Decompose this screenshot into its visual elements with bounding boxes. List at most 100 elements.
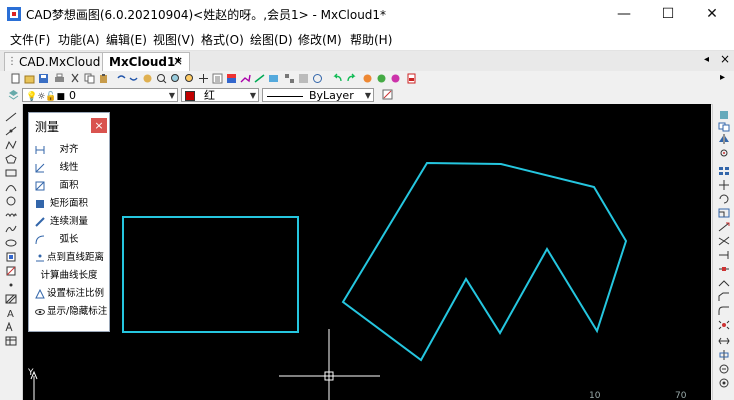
copy-icon[interactable] bbox=[84, 73, 95, 84]
text-icon[interactable]: A bbox=[5, 308, 17, 318]
line-icon[interactable] bbox=[5, 112, 17, 122]
pdf-icon[interactable] bbox=[406, 73, 417, 84]
regen-icon[interactable] bbox=[312, 73, 323, 84]
polyline-icon[interactable] bbox=[5, 140, 17, 150]
open-file-icon[interactable] bbox=[24, 73, 35, 84]
hatch-icon[interactable] bbox=[5, 294, 17, 304]
menu-draw[interactable]: 绘图(D) bbox=[250, 31, 293, 48]
tab-cad-mxcloud[interactable]: ⋮ CAD.MxCloud bbox=[4, 52, 108, 71]
layer-icon[interactable] bbox=[240, 73, 251, 84]
measure-arc-length-item[interactable]: 弧长 bbox=[31, 231, 107, 249]
rotate-icon[interactable] bbox=[718, 194, 730, 204]
offset-icon[interactable] bbox=[718, 148, 730, 158]
join-icon[interactable] bbox=[718, 278, 730, 288]
measure-linear-item[interactable]: 线性 bbox=[31, 159, 107, 177]
drawing-canvas[interactable]: Y 10 70 bbox=[23, 104, 711, 400]
match-prop-icon[interactable] bbox=[718, 378, 730, 388]
scale-icon[interactable] bbox=[718, 208, 730, 218]
mirror-icon[interactable] bbox=[718, 134, 730, 144]
zoom-window-icon[interactable] bbox=[170, 73, 181, 84]
measure-rect-area-item[interactable]: 矩形面积 bbox=[31, 195, 107, 213]
pedit-icon[interactable] bbox=[718, 364, 730, 374]
redo-icon[interactable] bbox=[128, 73, 139, 84]
tab-mxcloud1[interactable]: MxCloud1* × bbox=[102, 52, 190, 71]
image-icon[interactable] bbox=[376, 73, 387, 84]
measure-toggle-dims-item[interactable]: 显示/隐藏标注 bbox=[31, 303, 107, 321]
extend-icon[interactable] bbox=[718, 250, 730, 260]
print-icon[interactable] bbox=[54, 73, 65, 84]
menu-modify[interactable]: 修改(M) bbox=[298, 31, 342, 48]
menu-function[interactable]: 功能(A) bbox=[58, 31, 100, 48]
move-object-icon[interactable] bbox=[718, 180, 730, 190]
measure-align-item[interactable]: 对齐 bbox=[31, 141, 107, 159]
menu-format[interactable]: 格式(O) bbox=[201, 31, 244, 48]
menu-edit[interactable]: 编辑(E) bbox=[106, 31, 147, 48]
paste-icon[interactable] bbox=[98, 73, 109, 84]
attach-icon[interactable] bbox=[390, 73, 401, 84]
polygon-shape[interactable] bbox=[341, 161, 628, 362]
undo-icon[interactable] bbox=[116, 73, 127, 84]
maximize-button[interactable]: ☐ bbox=[646, 0, 690, 28]
pan-icon[interactable] bbox=[142, 73, 153, 84]
measure-curve-length-item[interactable]: 计算曲线长度 bbox=[31, 267, 107, 285]
tab-bar-close-icon[interactable]: × bbox=[720, 52, 730, 66]
polygon-icon[interactable] bbox=[5, 154, 17, 164]
properties-icon[interactable] bbox=[212, 73, 223, 84]
layer-select[interactable]: 💡☼🔓■ 0 ▼ bbox=[22, 88, 178, 102]
make-block-icon[interactable] bbox=[5, 266, 17, 276]
circle-icon[interactable] bbox=[5, 196, 17, 206]
measure-area-item[interactable]: 面积 bbox=[31, 177, 107, 195]
text-style-icon[interactable] bbox=[268, 73, 279, 84]
table-icon[interactable] bbox=[5, 336, 17, 346]
move-icon[interactable] bbox=[198, 73, 209, 84]
ellipse-icon[interactable] bbox=[5, 238, 17, 248]
spline-icon[interactable] bbox=[5, 224, 17, 234]
revcloud-icon[interactable] bbox=[5, 210, 17, 220]
stretch-icon[interactable] bbox=[718, 222, 730, 232]
lengthen-icon[interactable] bbox=[718, 336, 730, 346]
explode-icon[interactable] bbox=[718, 320, 730, 330]
point-icon[interactable] bbox=[5, 280, 17, 290]
construction-line-icon[interactable] bbox=[5, 126, 17, 136]
menu-file[interactable]: 文件(F) bbox=[10, 31, 50, 48]
copy-object-icon[interactable] bbox=[718, 122, 730, 132]
zoom-extents-icon[interactable] bbox=[184, 73, 195, 84]
color-select[interactable]: 红 ▼ bbox=[181, 88, 259, 102]
mtext-icon[interactable] bbox=[5, 322, 17, 332]
tab-close-icon[interactable]: × bbox=[173, 52, 183, 70]
erase-icon[interactable] bbox=[718, 110, 730, 120]
save-icon[interactable] bbox=[38, 73, 49, 84]
break-icon[interactable] bbox=[718, 264, 730, 274]
measure-set-scale-item[interactable]: 设置标注比例 bbox=[31, 285, 107, 303]
layer-manager-icon[interactable] bbox=[8, 89, 19, 100]
undo-arrow-icon[interactable] bbox=[332, 73, 343, 84]
new-file-icon[interactable] bbox=[10, 73, 21, 84]
measure-point-line-item[interactable]: 点到直线距离 bbox=[31, 249, 107, 267]
cut-icon[interactable] bbox=[70, 73, 81, 84]
chamfer-icon[interactable] bbox=[718, 292, 730, 302]
rectangle-icon[interactable] bbox=[5, 168, 17, 178]
measure-continuous-item[interactable]: 连续测量 bbox=[31, 213, 107, 231]
minimize-button[interactable]: — bbox=[602, 0, 646, 28]
copy-prop-icon[interactable] bbox=[284, 73, 295, 84]
linetype-select[interactable]: ByLayer ▼ bbox=[262, 88, 374, 102]
block-icon[interactable] bbox=[362, 73, 373, 84]
rectangle-shape[interactable] bbox=[122, 216, 299, 333]
menu-view[interactable]: 视图(V) bbox=[153, 31, 195, 48]
properties-panel-icon[interactable] bbox=[382, 89, 393, 100]
array-icon[interactable] bbox=[718, 166, 730, 176]
fillet-icon[interactable] bbox=[718, 306, 730, 316]
hatch-icon[interactable] bbox=[226, 73, 237, 84]
redo-arrow-icon[interactable] bbox=[346, 73, 357, 84]
arc-icon[interactable] bbox=[5, 182, 17, 192]
zoom-icon[interactable] bbox=[156, 73, 167, 84]
menu-help[interactable]: 帮助(H) bbox=[350, 31, 392, 48]
measure-icon[interactable] bbox=[254, 73, 265, 84]
toolbar-overflow-icon[interactable]: ▸ bbox=[720, 72, 725, 83]
grip-icon[interactable] bbox=[298, 73, 309, 84]
align-icon[interactable] bbox=[718, 350, 730, 360]
insert-block-icon[interactable] bbox=[5, 252, 17, 262]
close-button[interactable]: ✕ bbox=[690, 0, 734, 28]
tab-scroll-arrow-icon[interactable]: ◂ bbox=[704, 54, 709, 65]
trim-icon[interactable] bbox=[718, 236, 730, 246]
